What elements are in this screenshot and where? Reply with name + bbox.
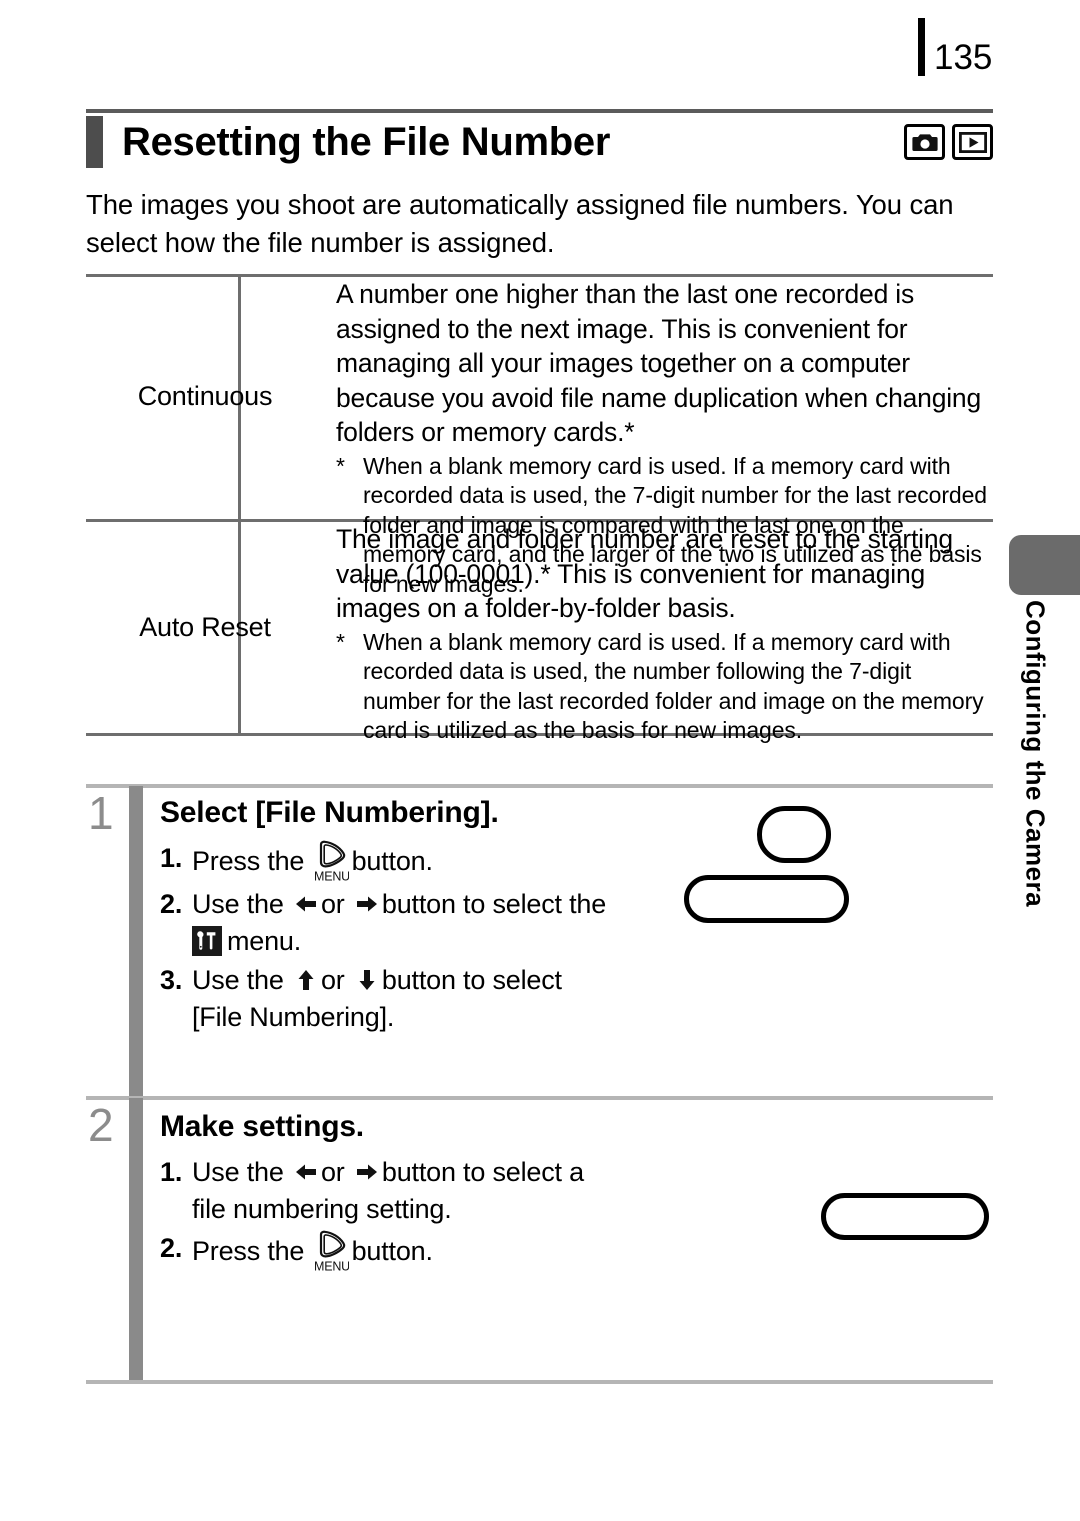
- svg-text:MENU: MENU: [315, 870, 349, 884]
- menu-button-icon: MENU: [315, 1230, 349, 1274]
- substep-number: 2.: [160, 889, 183, 919]
- substep-number: 1.: [160, 1157, 183, 1187]
- table-row-label: Continuous: [137, 381, 273, 411]
- menu-button-icon: MENU: [315, 840, 349, 884]
- substep-text-tail: [File Numbering].: [192, 1002, 395, 1032]
- arrow-left-icon: [293, 891, 319, 917]
- chapter-tab-label: Configuring the Camera: [1004, 600, 1066, 990]
- step-block: Select [File Numbering]. 1. Press the ME…: [160, 796, 680, 1036]
- note-text: When a blank memory card is used. If a m…: [363, 628, 984, 744]
- substep: 1. Press the MENU button.: [160, 840, 680, 884]
- substep-text-middle: or: [320, 889, 345, 919]
- camera-icon: [904, 124, 945, 160]
- arrow-up-icon: [293, 967, 319, 993]
- step-number: 2: [88, 1099, 114, 1151]
- substep-text-after: button to select a: [381, 1157, 584, 1187]
- substep-text: Use the or button to select the menu.: [192, 886, 680, 960]
- page-number-block: 135: [918, 18, 992, 78]
- table-row-description: A number one higher than the last one re…: [336, 279, 981, 447]
- substep-text-middle: or: [320, 1157, 345, 1187]
- camera-screen-illustration-middle: [684, 875, 849, 923]
- substep: 2. Press the MENU button.: [160, 1230, 680, 1274]
- heading-mode-icons: [904, 124, 993, 160]
- playback-icon: [952, 124, 993, 160]
- step-divider-rule: [86, 1096, 993, 1100]
- substep-text-before: Use the: [192, 965, 284, 995]
- substep: 3. Use the or button to select [File Num…: [160, 962, 680, 1036]
- step-block: Make settings. 1. Use the or button to s…: [160, 1110, 680, 1274]
- substep-number: 1.: [160, 843, 183, 873]
- table-row-body: The image and folder number are reset to…: [336, 522, 989, 746]
- camera-screen-illustration-bottom: [821, 1193, 989, 1240]
- table-row: Auto Reset The image and folder number a…: [86, 522, 993, 743]
- page-title: Resetting the File Number: [122, 119, 611, 164]
- table-row-label: Auto Reset: [139, 612, 271, 642]
- chapter-tab-marker: [1009, 535, 1080, 595]
- heading-accent-bar: [86, 116, 103, 168]
- substep-text-after: button.: [351, 1236, 433, 1266]
- substep-text: Press the MENU button.: [192, 840, 680, 884]
- page-number: 135: [934, 38, 993, 77]
- substep-text-after: button.: [351, 846, 433, 876]
- arrow-right-icon: [354, 891, 380, 917]
- substep-text-after: button to select: [381, 965, 562, 995]
- substep-text-after: button to select the: [381, 889, 607, 919]
- substep-number: 3.: [160, 965, 183, 995]
- note-marker: *: [336, 452, 345, 479]
- section-heading: Resetting the File Number: [86, 113, 993, 171]
- substep-text-middle: or: [320, 965, 345, 995]
- page-number-rule: [918, 18, 925, 76]
- note-marker: *: [336, 628, 345, 655]
- substep-text-tail: menu.: [227, 926, 302, 956]
- settings-tools-icon: [192, 926, 222, 956]
- substep-number: 2.: [160, 1233, 183, 1263]
- table-row: Continuous A number one higher than the …: [86, 277, 993, 597]
- arrow-left-icon: [293, 1159, 319, 1185]
- substep-text-before: Press the: [192, 1236, 305, 1266]
- step-accent-bar: [129, 786, 143, 1096]
- arrow-right-icon: [354, 1159, 380, 1185]
- step-title: Make settings.: [160, 1110, 364, 1143]
- substep-text-before: Press the: [192, 846, 305, 876]
- step-accent-bar: [129, 1098, 143, 1382]
- substep: 1. Use the or button to select a file nu…: [160, 1154, 680, 1228]
- substep-text: Use the or button to select a file numbe…: [192, 1154, 680, 1228]
- substep-text-before: Use the: [192, 889, 284, 919]
- table-row-description: The image and folder number are reset to…: [336, 524, 953, 623]
- svg-text:MENU: MENU: [315, 1260, 349, 1274]
- substep: 2. Use the or button to select the menu.: [160, 886, 680, 960]
- intro-paragraph: The images you shoot are automatically a…: [86, 189, 954, 258]
- camera-screen-illustration-top: [757, 806, 831, 863]
- chapter-tab-text: Configuring the Camera: [1020, 600, 1051, 908]
- arrow-down-icon: [354, 967, 380, 993]
- substep-text-tail: file numbering setting.: [192, 1194, 452, 1224]
- table-row-note: * When a blank memory card is used. If a…: [336, 628, 989, 746]
- step-title: Select [File Numbering].: [160, 796, 499, 829]
- substep-text: Use the or button to select [File Number…: [192, 962, 680, 1036]
- substep-text-before: Use the: [192, 1157, 284, 1187]
- substep-text: Press the MENU button.: [192, 1230, 680, 1274]
- step-divider-rule: [86, 784, 993, 788]
- page-bottom-rule: [86, 1380, 993, 1384]
- step-number: 1: [88, 787, 114, 839]
